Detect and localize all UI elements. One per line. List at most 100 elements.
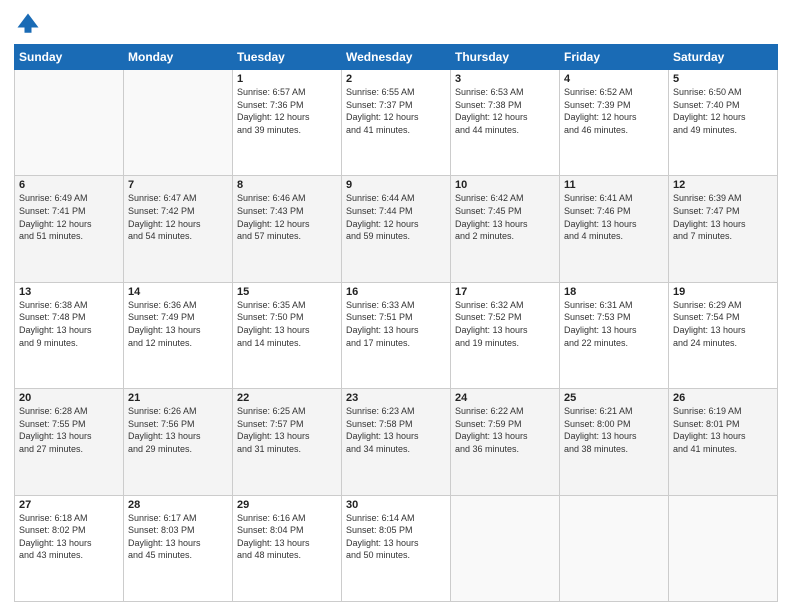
day-info: Sunrise: 6:18 AM Sunset: 8:02 PM Dayligh… bbox=[19, 512, 119, 562]
day-number: 13 bbox=[19, 286, 119, 298]
day-cell: 10Sunrise: 6:42 AM Sunset: 7:45 PM Dayli… bbox=[451, 176, 560, 282]
day-info: Sunrise: 6:21 AM Sunset: 8:00 PM Dayligh… bbox=[564, 405, 664, 455]
day-cell: 4Sunrise: 6:52 AM Sunset: 7:39 PM Daylig… bbox=[560, 70, 669, 176]
day-number: 21 bbox=[128, 392, 228, 404]
day-number: 16 bbox=[346, 286, 446, 298]
day-number: 29 bbox=[237, 499, 337, 511]
day-cell: 23Sunrise: 6:23 AM Sunset: 7:58 PM Dayli… bbox=[342, 389, 451, 495]
day-number: 30 bbox=[346, 499, 446, 511]
day-info: Sunrise: 6:55 AM Sunset: 7:37 PM Dayligh… bbox=[346, 86, 446, 136]
day-info: Sunrise: 6:47 AM Sunset: 7:42 PM Dayligh… bbox=[128, 192, 228, 242]
day-cell: 22Sunrise: 6:25 AM Sunset: 7:57 PM Dayli… bbox=[233, 389, 342, 495]
day-cell: 2Sunrise: 6:55 AM Sunset: 7:37 PM Daylig… bbox=[342, 70, 451, 176]
day-cell bbox=[15, 70, 124, 176]
day-cell: 1Sunrise: 6:57 AM Sunset: 7:36 PM Daylig… bbox=[233, 70, 342, 176]
day-number: 12 bbox=[673, 179, 773, 191]
day-number: 23 bbox=[346, 392, 446, 404]
day-cell bbox=[560, 495, 669, 601]
day-cell: 16Sunrise: 6:33 AM Sunset: 7:51 PM Dayli… bbox=[342, 282, 451, 388]
day-info: Sunrise: 6:41 AM Sunset: 7:46 PM Dayligh… bbox=[564, 192, 664, 242]
day-number: 2 bbox=[346, 73, 446, 85]
calendar-table: SundayMondayTuesdayWednesdayThursdayFrid… bbox=[14, 44, 778, 602]
day-number: 3 bbox=[455, 73, 555, 85]
day-number: 1 bbox=[237, 73, 337, 85]
day-number: 27 bbox=[19, 499, 119, 511]
day-info: Sunrise: 6:49 AM Sunset: 7:41 PM Dayligh… bbox=[19, 192, 119, 242]
day-info: Sunrise: 6:46 AM Sunset: 7:43 PM Dayligh… bbox=[237, 192, 337, 242]
weekday-header-tuesday: Tuesday bbox=[233, 45, 342, 70]
day-info: Sunrise: 6:17 AM Sunset: 8:03 PM Dayligh… bbox=[128, 512, 228, 562]
day-info: Sunrise: 6:57 AM Sunset: 7:36 PM Dayligh… bbox=[237, 86, 337, 136]
day-number: 17 bbox=[455, 286, 555, 298]
day-info: Sunrise: 6:35 AM Sunset: 7:50 PM Dayligh… bbox=[237, 299, 337, 349]
day-cell: 5Sunrise: 6:50 AM Sunset: 7:40 PM Daylig… bbox=[669, 70, 778, 176]
day-cell: 26Sunrise: 6:19 AM Sunset: 8:01 PM Dayli… bbox=[669, 389, 778, 495]
day-info: Sunrise: 6:28 AM Sunset: 7:55 PM Dayligh… bbox=[19, 405, 119, 455]
day-cell: 6Sunrise: 6:49 AM Sunset: 7:41 PM Daylig… bbox=[15, 176, 124, 282]
day-cell: 28Sunrise: 6:17 AM Sunset: 8:03 PM Dayli… bbox=[124, 495, 233, 601]
day-cell: 8Sunrise: 6:46 AM Sunset: 7:43 PM Daylig… bbox=[233, 176, 342, 282]
day-info: Sunrise: 6:25 AM Sunset: 7:57 PM Dayligh… bbox=[237, 405, 337, 455]
day-number: 15 bbox=[237, 286, 337, 298]
weekday-header-saturday: Saturday bbox=[669, 45, 778, 70]
day-cell: 14Sunrise: 6:36 AM Sunset: 7:49 PM Dayli… bbox=[124, 282, 233, 388]
day-info: Sunrise: 6:26 AM Sunset: 7:56 PM Dayligh… bbox=[128, 405, 228, 455]
day-info: Sunrise: 6:39 AM Sunset: 7:47 PM Dayligh… bbox=[673, 192, 773, 242]
day-cell: 17Sunrise: 6:32 AM Sunset: 7:52 PM Dayli… bbox=[451, 282, 560, 388]
day-number: 24 bbox=[455, 392, 555, 404]
day-cell: 30Sunrise: 6:14 AM Sunset: 8:05 PM Dayli… bbox=[342, 495, 451, 601]
day-cell: 19Sunrise: 6:29 AM Sunset: 7:54 PM Dayli… bbox=[669, 282, 778, 388]
day-info: Sunrise: 6:36 AM Sunset: 7:49 PM Dayligh… bbox=[128, 299, 228, 349]
day-info: Sunrise: 6:19 AM Sunset: 8:01 PM Dayligh… bbox=[673, 405, 773, 455]
weekday-header-row: SundayMondayTuesdayWednesdayThursdayFrid… bbox=[15, 45, 778, 70]
weekday-header-thursday: Thursday bbox=[451, 45, 560, 70]
day-cell: 18Sunrise: 6:31 AM Sunset: 7:53 PM Dayli… bbox=[560, 282, 669, 388]
day-info: Sunrise: 6:53 AM Sunset: 7:38 PM Dayligh… bbox=[455, 86, 555, 136]
day-cell: 20Sunrise: 6:28 AM Sunset: 7:55 PM Dayli… bbox=[15, 389, 124, 495]
day-info: Sunrise: 6:44 AM Sunset: 7:44 PM Dayligh… bbox=[346, 192, 446, 242]
day-number: 28 bbox=[128, 499, 228, 511]
day-info: Sunrise: 6:50 AM Sunset: 7:40 PM Dayligh… bbox=[673, 86, 773, 136]
day-info: Sunrise: 6:22 AM Sunset: 7:59 PM Dayligh… bbox=[455, 405, 555, 455]
week-row-2: 13Sunrise: 6:38 AM Sunset: 7:48 PM Dayli… bbox=[15, 282, 778, 388]
day-number: 5 bbox=[673, 73, 773, 85]
logo bbox=[14, 10, 44, 38]
week-row-0: 1Sunrise: 6:57 AM Sunset: 7:36 PM Daylig… bbox=[15, 70, 778, 176]
day-cell bbox=[669, 495, 778, 601]
day-info: Sunrise: 6:38 AM Sunset: 7:48 PM Dayligh… bbox=[19, 299, 119, 349]
day-number: 4 bbox=[564, 73, 664, 85]
weekday-header-monday: Monday bbox=[124, 45, 233, 70]
day-info: Sunrise: 6:32 AM Sunset: 7:52 PM Dayligh… bbox=[455, 299, 555, 349]
day-cell: 29Sunrise: 6:16 AM Sunset: 8:04 PM Dayli… bbox=[233, 495, 342, 601]
day-cell: 13Sunrise: 6:38 AM Sunset: 7:48 PM Dayli… bbox=[15, 282, 124, 388]
day-info: Sunrise: 6:29 AM Sunset: 7:54 PM Dayligh… bbox=[673, 299, 773, 349]
day-number: 11 bbox=[564, 179, 664, 191]
day-cell: 7Sunrise: 6:47 AM Sunset: 7:42 PM Daylig… bbox=[124, 176, 233, 282]
day-cell: 25Sunrise: 6:21 AM Sunset: 8:00 PM Dayli… bbox=[560, 389, 669, 495]
logo-icon bbox=[14, 10, 42, 38]
weekday-header-friday: Friday bbox=[560, 45, 669, 70]
weekday-header-sunday: Sunday bbox=[15, 45, 124, 70]
day-number: 26 bbox=[673, 392, 773, 404]
day-number: 19 bbox=[673, 286, 773, 298]
day-info: Sunrise: 6:42 AM Sunset: 7:45 PM Dayligh… bbox=[455, 192, 555, 242]
day-cell bbox=[451, 495, 560, 601]
day-cell: 27Sunrise: 6:18 AM Sunset: 8:02 PM Dayli… bbox=[15, 495, 124, 601]
weekday-header-wednesday: Wednesday bbox=[342, 45, 451, 70]
day-info: Sunrise: 6:52 AM Sunset: 7:39 PM Dayligh… bbox=[564, 86, 664, 136]
day-cell: 21Sunrise: 6:26 AM Sunset: 7:56 PM Dayli… bbox=[124, 389, 233, 495]
day-info: Sunrise: 6:31 AM Sunset: 7:53 PM Dayligh… bbox=[564, 299, 664, 349]
day-number: 18 bbox=[564, 286, 664, 298]
day-cell: 3Sunrise: 6:53 AM Sunset: 7:38 PM Daylig… bbox=[451, 70, 560, 176]
day-cell: 15Sunrise: 6:35 AM Sunset: 7:50 PM Dayli… bbox=[233, 282, 342, 388]
day-cell: 9Sunrise: 6:44 AM Sunset: 7:44 PM Daylig… bbox=[342, 176, 451, 282]
day-cell bbox=[124, 70, 233, 176]
day-number: 10 bbox=[455, 179, 555, 191]
day-cell: 11Sunrise: 6:41 AM Sunset: 7:46 PM Dayli… bbox=[560, 176, 669, 282]
day-number: 9 bbox=[346, 179, 446, 191]
day-number: 25 bbox=[564, 392, 664, 404]
day-info: Sunrise: 6:16 AM Sunset: 8:04 PM Dayligh… bbox=[237, 512, 337, 562]
day-number: 7 bbox=[128, 179, 228, 191]
day-cell: 12Sunrise: 6:39 AM Sunset: 7:47 PM Dayli… bbox=[669, 176, 778, 282]
week-row-1: 6Sunrise: 6:49 AM Sunset: 7:41 PM Daylig… bbox=[15, 176, 778, 282]
